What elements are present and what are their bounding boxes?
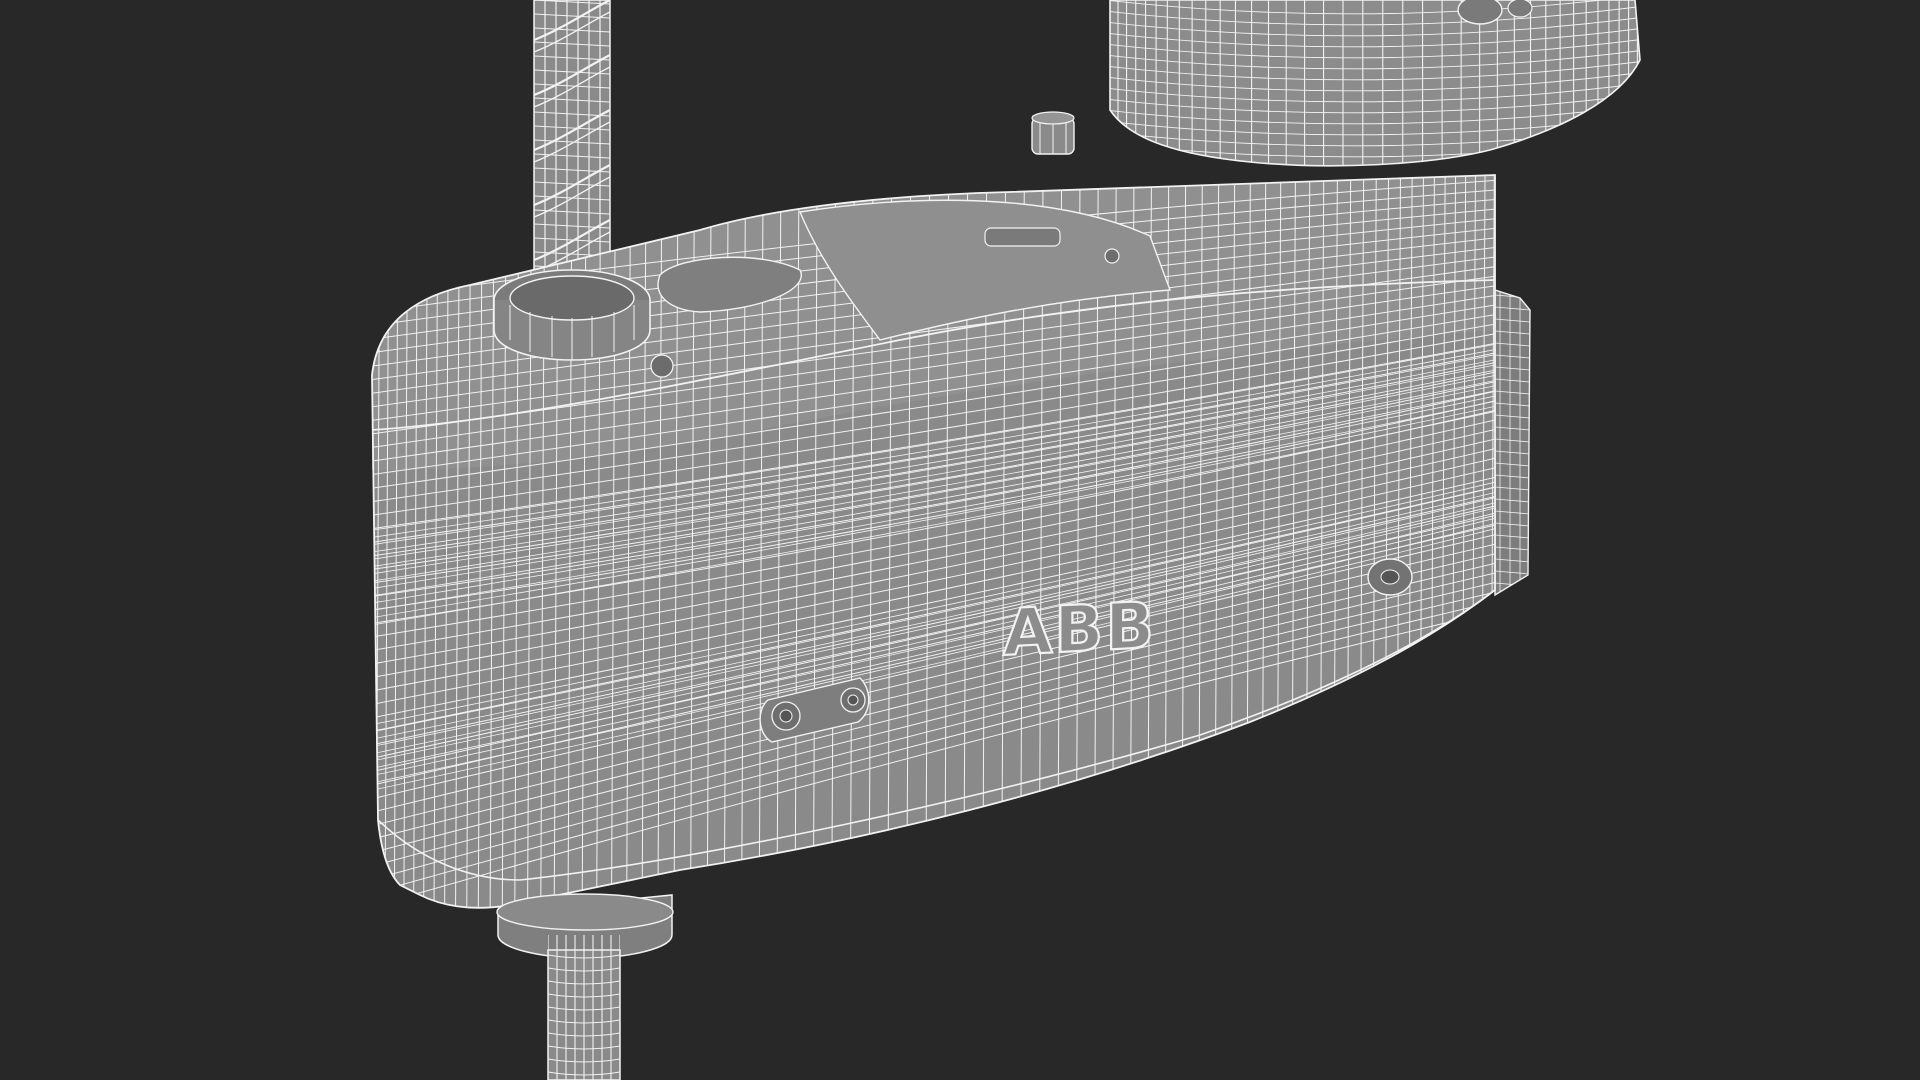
upper-joint-housing <box>1109 0 1641 167</box>
tower-bolt-icon <box>1457 0 1503 25</box>
tower-bolt-icon <box>1507 0 1533 18</box>
robot-wireframe-scene: ABB <box>371 0 1641 1080</box>
top-slot-icon <box>984 227 1061 247</box>
abb-logo-lettering: ABB <box>1003 589 1156 671</box>
screw-hole-icon <box>1104 248 1120 264</box>
abb-logo: ABB <box>1002 588 1157 672</box>
render-viewport: ABB <box>0 0 1920 1080</box>
screw-hole-icon <box>650 354 674 378</box>
side-cover-plate <box>1494 289 1531 597</box>
lower-spline-shaft <box>547 935 621 1080</box>
rear-fastener <box>1367 558 1413 596</box>
scara-arm-body: ABB <box>371 174 1496 909</box>
top-knob <box>1031 111 1075 155</box>
lower-shaft-collar <box>496 893 674 959</box>
shaft-collar <box>493 269 651 361</box>
mesh-edge <box>1495 594 1530 595</box>
